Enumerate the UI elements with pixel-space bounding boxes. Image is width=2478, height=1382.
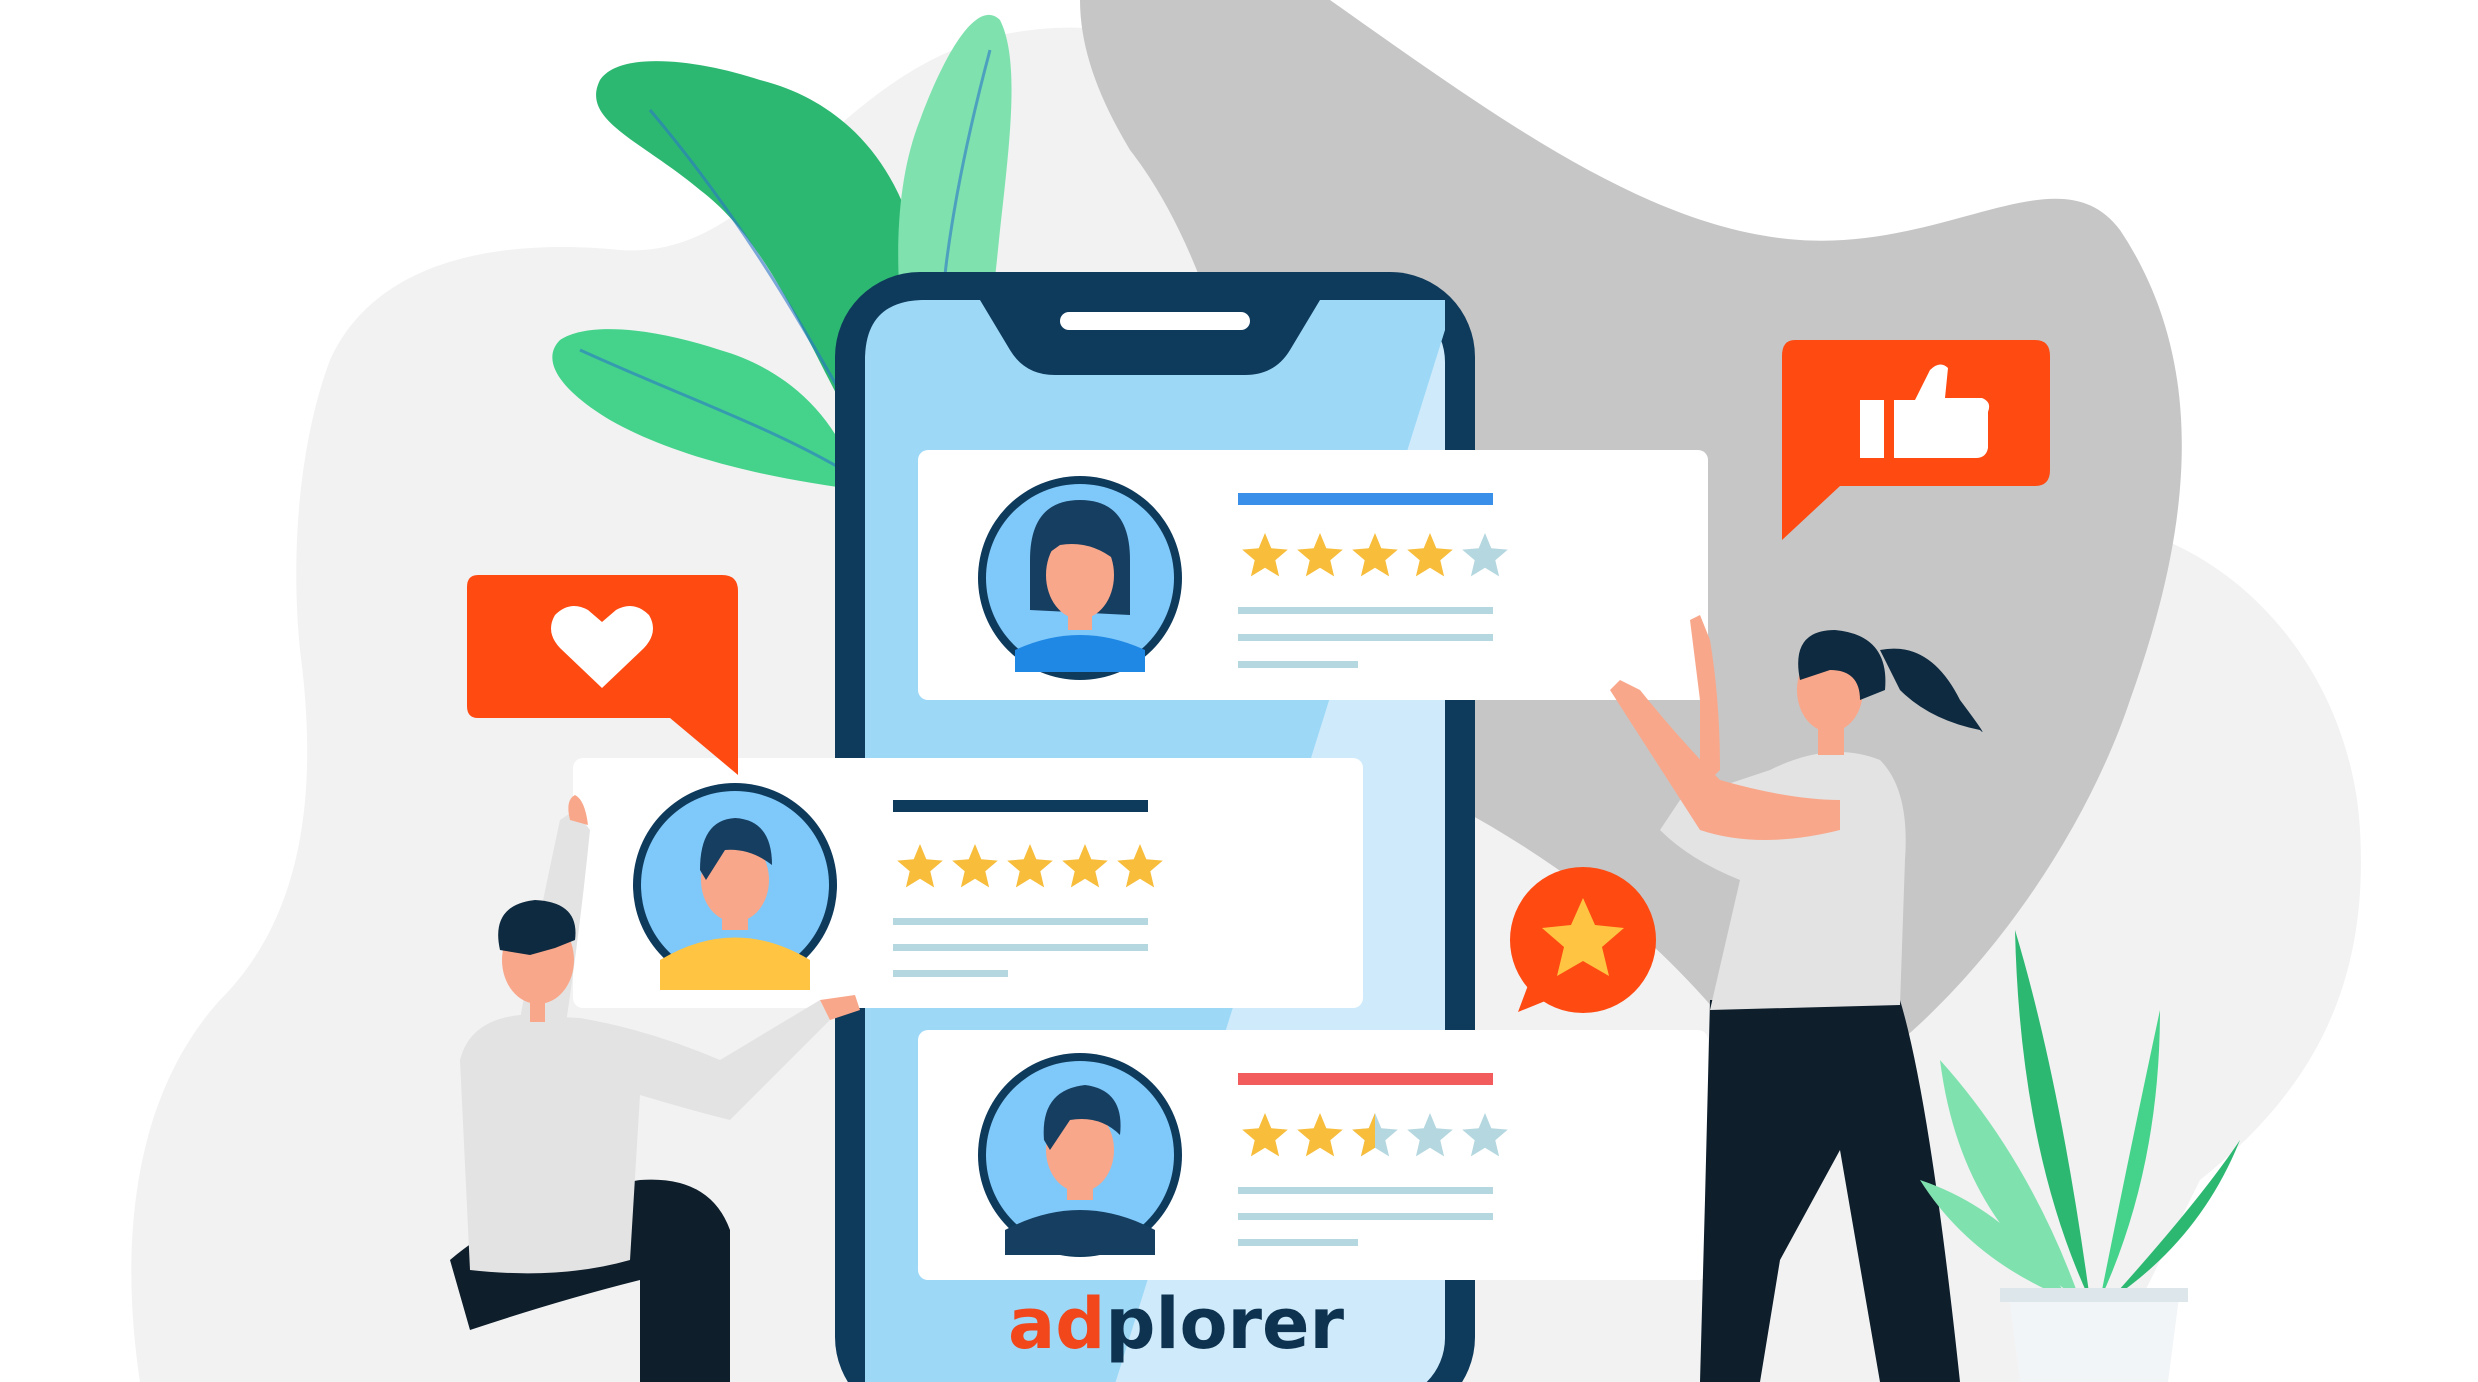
brand-logo: adplorer bbox=[1008, 1283, 1345, 1365]
illustration: adplorer bbox=[131, 0, 2361, 1382]
review-title-bar bbox=[1238, 493, 1493, 505]
review-card-1 bbox=[918, 450, 1708, 700]
male-avatar-navy bbox=[978, 1053, 1182, 1257]
female-avatar bbox=[978, 476, 1182, 680]
review-title-bar bbox=[1238, 1073, 1493, 1085]
review-title-bar bbox=[893, 800, 1148, 812]
male-avatar-yellow bbox=[633, 783, 837, 990]
brand-logo-part1: ad bbox=[1008, 1283, 1105, 1365]
review-card-2 bbox=[573, 758, 1363, 1008]
brand-logo-part2: plorer bbox=[1105, 1283, 1344, 1365]
review-card-3 bbox=[918, 1030, 1708, 1280]
star-bubble bbox=[1510, 867, 1656, 1013]
phone-notch bbox=[980, 300, 1320, 375]
